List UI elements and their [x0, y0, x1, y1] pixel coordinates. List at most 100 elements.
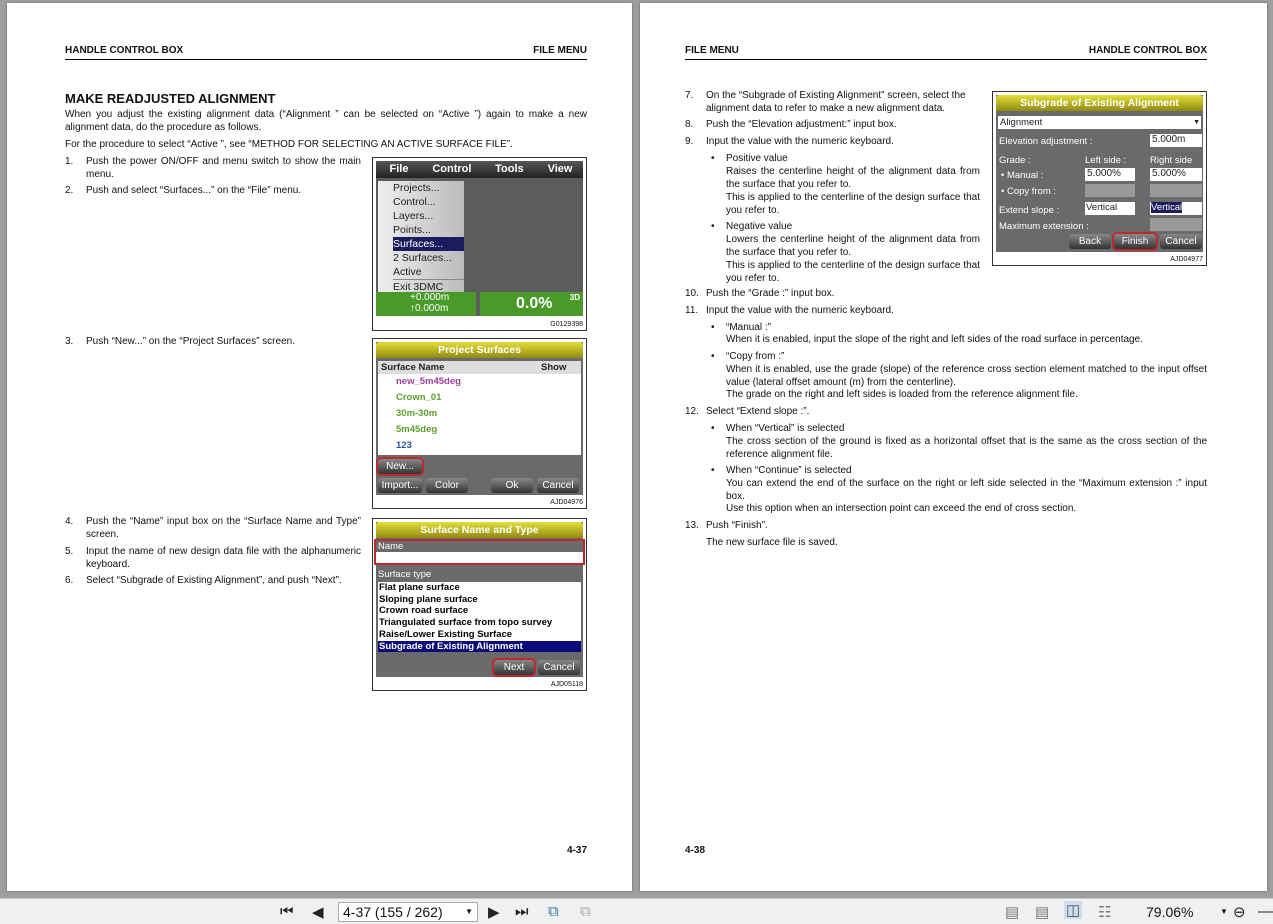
back-button[interactable]: Back — [1069, 234, 1111, 249]
extend-slope-label: Extend slope : — [999, 205, 1060, 216]
zoom-dropdown-icon[interactable]: ▼ — [1220, 907, 1228, 916]
last-page-icon[interactable]: ⏭ — [515, 903, 529, 920]
bullet: • — [711, 465, 715, 476]
bullet-text: The cross section of the ground is fixed… — [726, 436, 1207, 460]
continuous-page-icon[interactable]: ▤ — [1035, 903, 1049, 921]
step-text: Push the power ON/OFF and menu switch to… — [86, 156, 361, 180]
surface-row[interactable]: 5m45deg — [396, 422, 581, 438]
bullet-title: “Copy from :” — [726, 351, 785, 362]
step-text: Push “Finish”. — [706, 520, 768, 531]
cancel-button[interactable]: Cancel — [538, 660, 580, 675]
surface-type-option[interactable]: Triangulated surface from topo survey — [378, 617, 581, 629]
figure-id: AJD04976 — [550, 499, 583, 506]
copy-left-input[interactable] — [1085, 184, 1135, 197]
pdf-toolbar: ⏮ ◀ 4-37 (155 / 262) ▼ ▶ ⏭ ⧉ ⧉ ▤ ▤ ◫ ☷ 79… — [0, 898, 1273, 924]
figure-main-menu: File Control Tools View Projects... Cont… — [372, 157, 587, 331]
elevation-label: Elevation adjustment : — [999, 136, 1093, 147]
step-number: 10. — [685, 288, 699, 299]
max-extension-input[interactable] — [1150, 218, 1202, 231]
bullet-text: This is applied to the centerline of the… — [726, 192, 980, 216]
step-text: Input the value with the numeric keyboar… — [706, 136, 894, 147]
file-menu-dropdown: Projects... Control... Layers... Points.… — [378, 181, 464, 294]
two-page-continuous-icon[interactable]: ☷ — [1098, 903, 1111, 921]
surface-type-option[interactable]: Flat plane surface — [378, 582, 581, 594]
dropdown-arrow-icon: ▼ — [465, 907, 473, 916]
import-button[interactable]: Import... — [378, 478, 422, 493]
right-side-label: Right side — [1150, 155, 1193, 166]
step-number: 11. — [685, 305, 699, 316]
surface-row[interactable]: 123 — [396, 438, 581, 454]
manual-label: Manual : — [1006, 170, 1044, 181]
extend-left-select[interactable]: Vertical — [1085, 202, 1135, 215]
step-text: Push and select “Surfaces...” on the “Fi… — [86, 185, 302, 196]
zoom-out-icon[interactable]: ⊖ — [1233, 903, 1246, 921]
extend-right-select[interactable]: Vertical — [1150, 202, 1202, 215]
pdf-page-left: HANDLE CONTROL BOX FILE MENU MAKE READJU… — [7, 3, 632, 891]
bullet-title: When “Continue” is selected — [726, 465, 852, 476]
surface-type-option[interactable]: Crown road surface — [378, 605, 581, 617]
result-text: The new surface file is saved. — [706, 537, 838, 548]
surface-type-option[interactable]: Raise/Lower Existing Surface — [378, 629, 581, 641]
next-view-icon[interactable]: ⧉ — [580, 903, 591, 920]
header-rule — [65, 59, 587, 60]
finish-button[interactable]: Finish — [1112, 232, 1158, 251]
step-number: 13. — [685, 520, 699, 531]
extend-left-value: Vertical — [1086, 202, 1118, 213]
manual-left-input[interactable]: 5.000% — [1085, 168, 1135, 181]
manual-radio[interactable]: • Manual : — [1001, 170, 1043, 181]
new-button[interactable]: New... — [376, 457, 424, 476]
copy-from-radio[interactable]: • Copy from : — [1001, 186, 1056, 197]
dropdown-arrow-icon: ▼ — [1193, 119, 1200, 126]
step-text: Select “Subgrade of Existing Alignment”,… — [86, 575, 342, 586]
elevation-input[interactable]: 5.000m — [1150, 134, 1202, 147]
page-number: 4-38 — [685, 845, 706, 856]
grade-readout: 0.0% — [516, 295, 553, 312]
intro-text-2: For the procedure to select “Active ”, s… — [65, 139, 513, 150]
surface-type-option[interactable]: Subgrade of Existing Alignment — [378, 640, 581, 653]
intro-text: When you adjust the existing alignment d… — [65, 109, 587, 133]
name-input[interactable] — [376, 552, 583, 563]
header-right: FILE MENU — [533, 45, 587, 56]
two-page-icon[interactable]: ◫ — [1064, 901, 1083, 919]
ok-button[interactable]: Ok — [491, 478, 533, 493]
single-page-icon[interactable]: ▤ — [1005, 903, 1019, 921]
step-text: Input the name of new design data file w… — [86, 546, 361, 570]
first-page-icon[interactable]: ⏮ — [280, 903, 294, 920]
step-text: Push the “Name” input box on the “Surfac… — [86, 516, 361, 540]
menu-item: Projects... — [393, 182, 440, 194]
value-readout: ↑0.000m — [410, 303, 449, 314]
step-number: 7. — [685, 90, 694, 101]
surface-row[interactable]: Crown_01 — [396, 390, 581, 406]
section-title: MAKE READJUSTED ALIGNMENT — [65, 91, 276, 106]
dialog-title: Surface Name and Type — [376, 522, 583, 538]
previous-page-icon[interactable]: ◀ — [312, 903, 324, 921]
step-number: 8. — [685, 119, 694, 130]
bullet-text: When it is enabled, input the slope of t… — [726, 334, 1143, 345]
page-number-field[interactable]: 4-37 (155 / 262) ▼ — [338, 902, 478, 922]
menu-item-selected: Surfaces... — [393, 237, 464, 251]
surface-row[interactable]: 30m-30m — [396, 406, 581, 422]
bullet: • — [711, 153, 715, 164]
bullet: • — [711, 221, 715, 232]
step-text: Input the value with the numeric keyboar… — [706, 305, 894, 316]
next-page-icon[interactable]: ▶ — [488, 903, 500, 921]
menu-tools: Tools — [495, 163, 524, 175]
zoom-slider[interactable]: — — [1258, 903, 1273, 920]
copy-from-label: Copy from : — [1006, 186, 1057, 197]
copy-right-input[interactable] — [1150, 184, 1202, 197]
column-header: Surface Name — [381, 362, 445, 373]
surface-row[interactable]: new_5m45deg — [396, 374, 581, 390]
cancel-button[interactable]: Cancel — [537, 478, 579, 493]
color-button[interactable]: Color — [426, 478, 468, 493]
surface-type-option[interactable]: Sloping plane surface — [378, 594, 581, 606]
manual-right-input[interactable]: 5.000% — [1150, 168, 1202, 181]
cancel-button[interactable]: Cancel — [1160, 234, 1202, 249]
step-text: Push the “Elevation adjustment:” input b… — [706, 119, 897, 130]
next-button[interactable]: Next — [492, 658, 536, 677]
menu-view: View — [547, 163, 573, 175]
bullet: • — [711, 423, 715, 434]
previous-view-icon[interactable]: ⧉ — [548, 903, 559, 920]
bullet-text: When it is enabled, use the grade (slope… — [726, 364, 1207, 388]
zoom-level[interactable]: 79.06% — [1146, 904, 1193, 920]
alignment-select[interactable]: Alignment ▼ — [998, 116, 1201, 129]
